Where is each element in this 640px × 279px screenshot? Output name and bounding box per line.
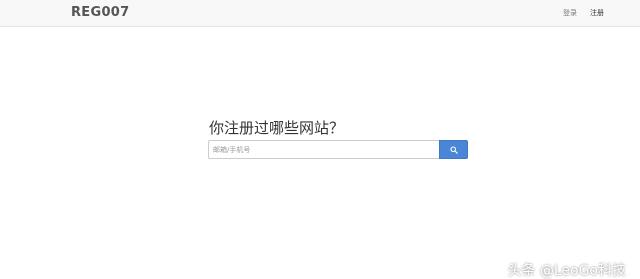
page: REG007 登录 注册 你注册过哪些网站？ 头条 @LeoGo科技 [0, 0, 640, 279]
search-input[interactable] [208, 140, 439, 159]
register-link[interactable]: 注册 [590, 8, 604, 18]
search-icon [449, 145, 458, 154]
page-heading: 你注册过哪些网站？ [209, 119, 345, 137]
login-link[interactable]: 登录 [563, 8, 577, 18]
search-form [208, 140, 468, 159]
brand-logo[interactable]: REG007 [71, 5, 130, 20]
nav-links: 登录 注册 [563, 8, 604, 18]
watermark: 头条 @LeoGo科技 [507, 263, 626, 279]
search-button[interactable] [439, 140, 468, 159]
top-navbar: REG007 登录 注册 [0, 0, 640, 27]
